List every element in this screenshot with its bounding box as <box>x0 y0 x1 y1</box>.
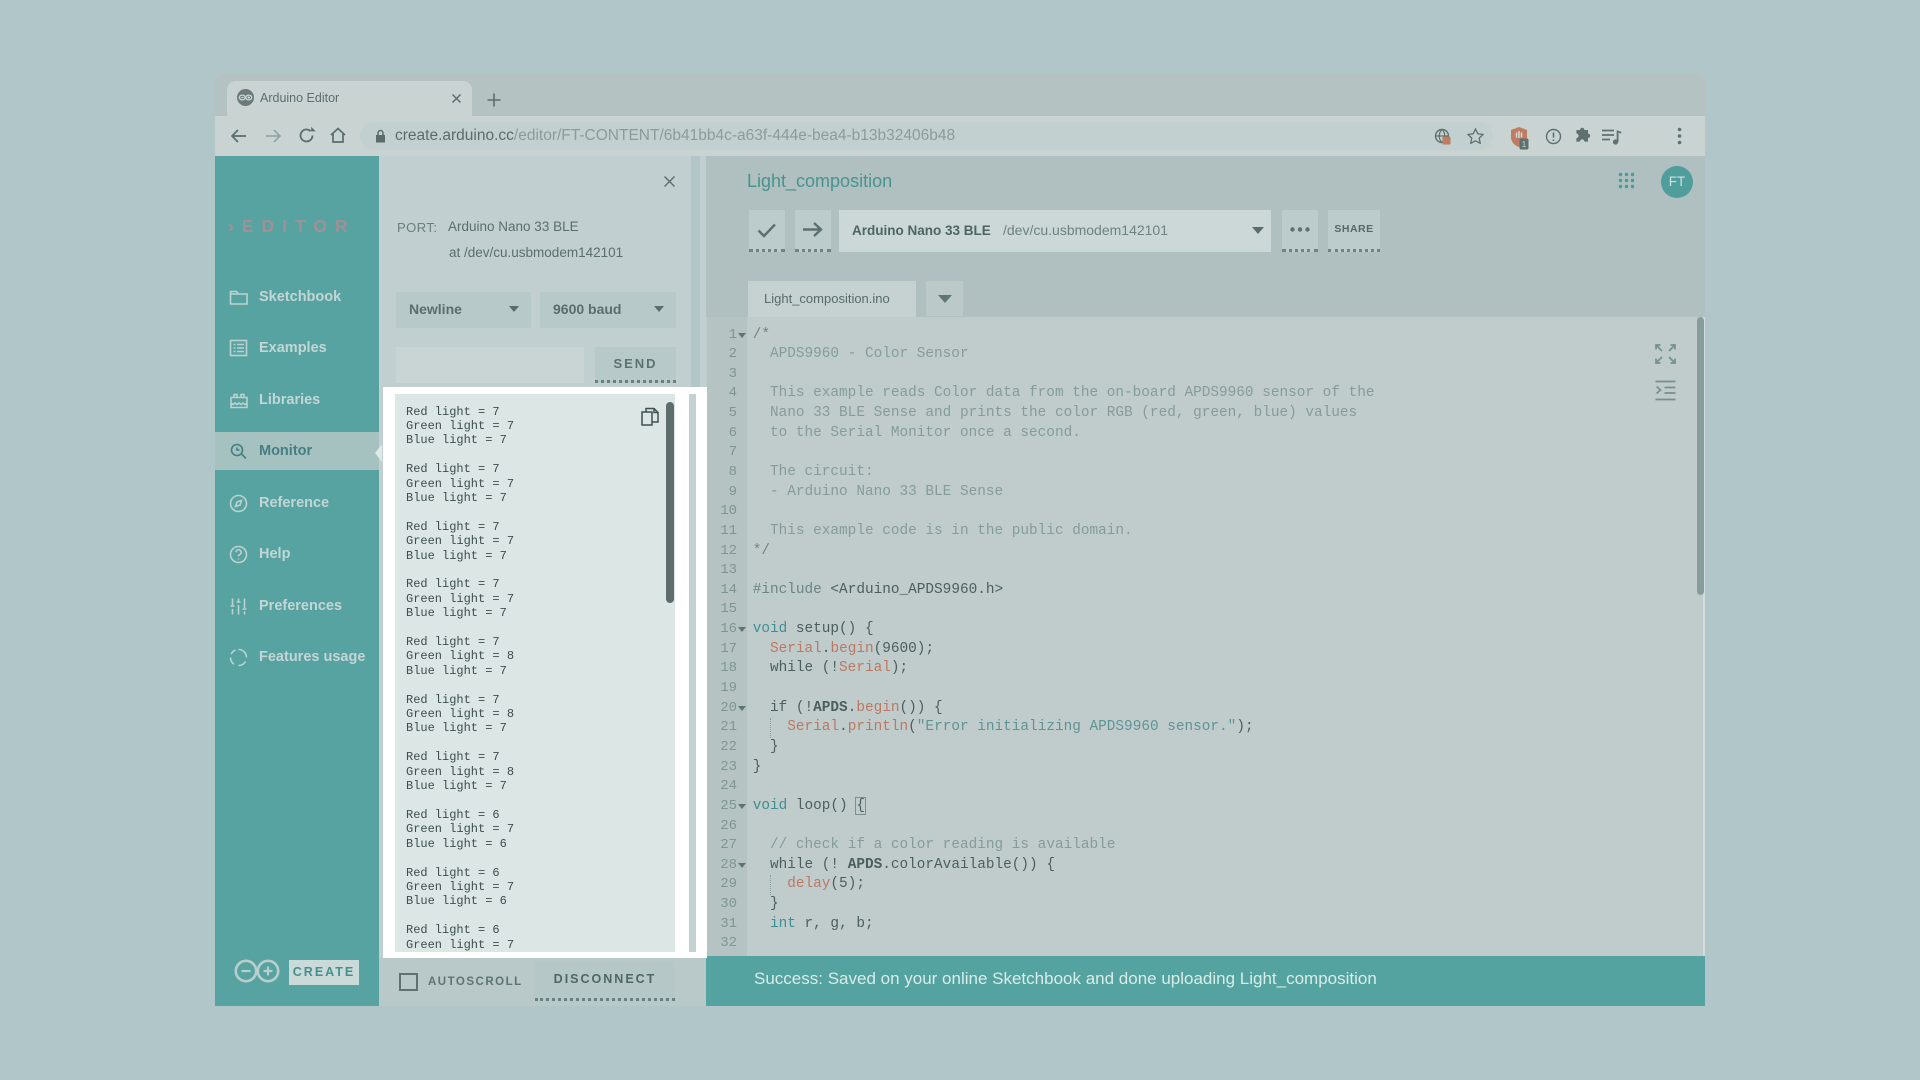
svg-text:1: 1 <box>1522 140 1527 149</box>
